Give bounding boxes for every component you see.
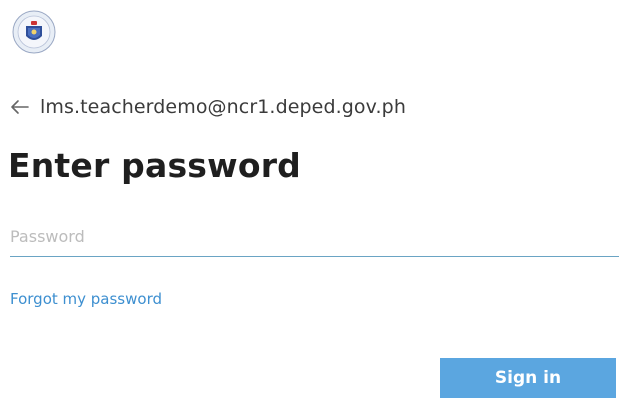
deped-seal-icon xyxy=(12,10,56,54)
signin-page: lms.teacherdemo@ncr1.deped.gov.ph Enter … xyxy=(0,0,619,398)
page-title: Enter password xyxy=(8,146,301,185)
identity-row: lms.teacherdemo@ncr1.deped.gov.ph xyxy=(10,96,406,118)
forgot-password-link[interactable]: Forgot my password xyxy=(10,290,162,308)
password-input[interactable] xyxy=(10,216,619,257)
arrow-left-icon[interactable] xyxy=(10,98,30,116)
sign-in-button[interactable]: Sign in xyxy=(440,358,616,398)
account-email: lms.teacherdemo@ncr1.deped.gov.ph xyxy=(40,96,406,118)
